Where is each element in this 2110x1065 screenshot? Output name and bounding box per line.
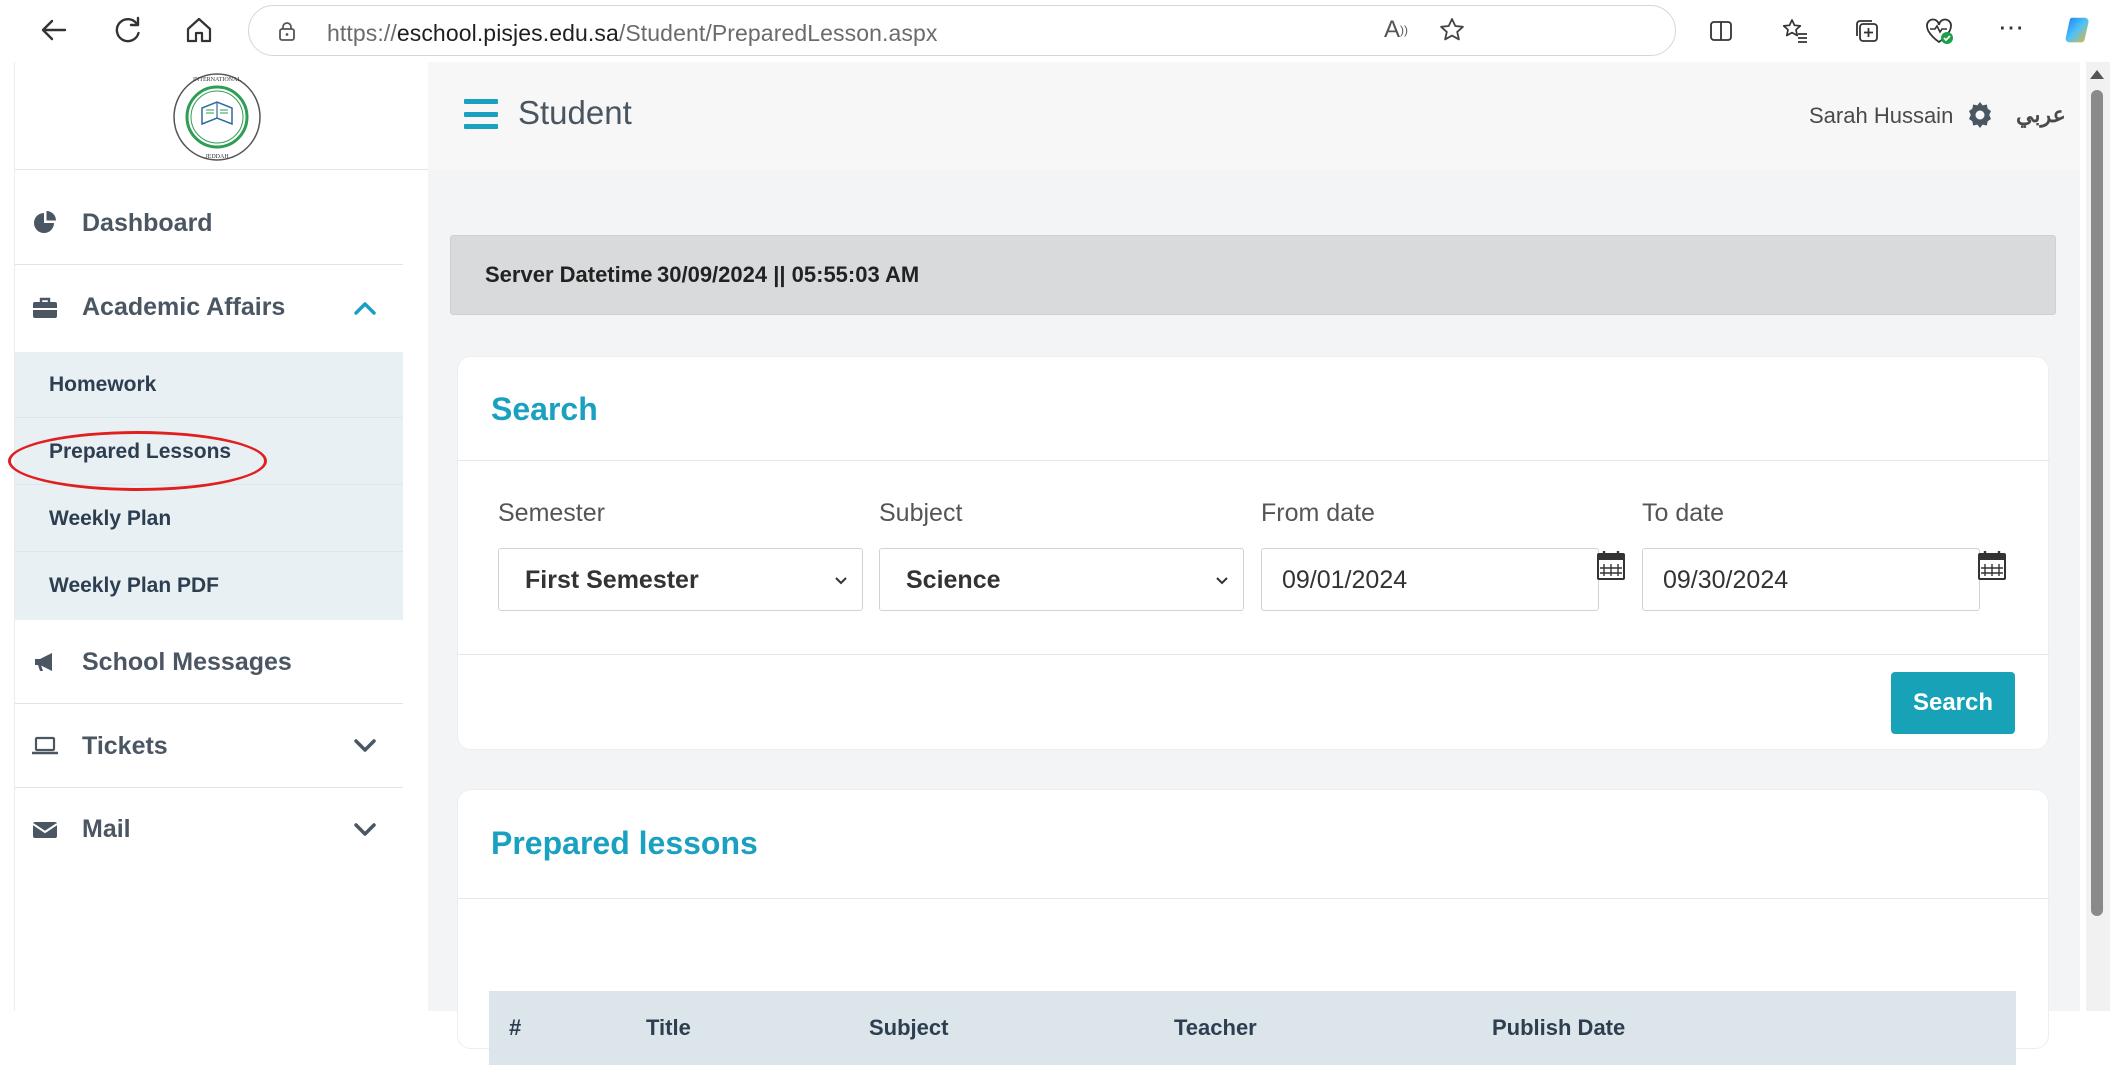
chevron-down-icon[interactable] bbox=[350, 731, 380, 761]
scrollbar-thumb[interactable] bbox=[2091, 90, 2103, 916]
table-header-row: # Title Subject Teacher Publish Date bbox=[489, 991, 2016, 1065]
column-header-teacher[interactable]: Teacher bbox=[1174, 1015, 1257, 1041]
sidebar-item-school-messages[interactable]: School Messages bbox=[15, 621, 403, 704]
highlight-annotation bbox=[8, 431, 267, 491]
semester-label: Semester bbox=[498, 499, 605, 527]
sidebar-item-label: School Messages bbox=[82, 647, 292, 676]
chevron-up-icon[interactable] bbox=[350, 293, 380, 323]
server-datetime-label: Server Datetime bbox=[485, 262, 653, 287]
chevron-down-icon bbox=[835, 577, 847, 585]
to-date-input[interactable]: 09/30/2024 bbox=[1642, 548, 1980, 611]
favorite-star-icon[interactable] bbox=[1435, 13, 1469, 47]
submenu-item-homework[interactable]: Homework bbox=[15, 352, 403, 418]
from-date-value: 09/01/2024 bbox=[1282, 566, 1408, 594]
to-date-value: 09/30/2024 bbox=[1663, 566, 1789, 594]
hamburger-menu-icon[interactable] bbox=[464, 99, 498, 129]
sidebar-item-dashboard[interactable]: Dashboard bbox=[15, 182, 403, 265]
subject-label: Subject bbox=[879, 499, 963, 527]
prepared-lessons-title: Prepared lessons bbox=[491, 825, 758, 861]
search-card-title: Search bbox=[491, 391, 598, 427]
submenu-item-weekly-plan-pdf[interactable]: Weekly Plan PDF bbox=[15, 553, 403, 619]
envelope-icon bbox=[31, 816, 59, 844]
calendar-icon[interactable] bbox=[1977, 549, 2007, 581]
sidebar-item-label: Mail bbox=[82, 815, 131, 843]
chevron-down-icon[interactable] bbox=[350, 815, 380, 845]
semester-selected-value: First Semester bbox=[525, 566, 699, 594]
column-header-title[interactable]: Title bbox=[646, 1015, 691, 1041]
svg-text:INTERNATIONAL: INTERNATIONAL bbox=[193, 77, 241, 83]
from-date-input[interactable]: 09/01/2024 bbox=[1261, 548, 1599, 611]
sidebar-item-mail[interactable]: Mail bbox=[15, 788, 403, 871]
copilot-icon[interactable] bbox=[2062, 14, 2096, 48]
back-icon[interactable] bbox=[34, 10, 74, 50]
logo-area: INTERNATIONAL JEDDAH bbox=[15, 62, 429, 170]
to-date-label: To date bbox=[1642, 499, 1725, 527]
sidebar: INTERNATIONAL JEDDAH Dashboard Academic … bbox=[14, 62, 429, 1011]
divider bbox=[458, 898, 2050, 899]
user-name[interactable]: Sarah Hussain bbox=[1809, 103, 1953, 129]
browser-toolbar: https://eschool.pisjes.edu.sa/Student/Pr… bbox=[0, 0, 2110, 62]
server-datetime-value: 30/09/2024 || 05:55:03 AM bbox=[657, 262, 920, 287]
server-datetime-bar: Server Datetime 30/09/2024 || 05:55:03 A… bbox=[450, 235, 2056, 315]
school-logo[interactable]: INTERNATIONAL JEDDAH bbox=[172, 72, 262, 162]
column-header-subject[interactable]: Subject bbox=[869, 1015, 948, 1041]
scroll-up-arrow-icon[interactable] bbox=[2090, 70, 2104, 79]
subject-select[interactable]: Science bbox=[879, 548, 1244, 611]
submenu-item-weekly-plan[interactable]: Weekly Plan bbox=[15, 486, 403, 552]
search-button[interactable]: Search bbox=[1891, 672, 2015, 734]
favorites-icon[interactable] bbox=[1778, 14, 1812, 48]
sidebar-item-label: Academic Affairs bbox=[82, 293, 286, 321]
address-bar[interactable]: https://eschool.pisjes.edu.sa/Student/Pr… bbox=[248, 5, 1676, 56]
chevron-down-icon bbox=[1216, 577, 1228, 585]
submenu-item-label: Homework bbox=[49, 372, 157, 396]
laptop-icon bbox=[31, 732, 59, 760]
column-header-number[interactable]: # bbox=[509, 1015, 521, 1041]
sidebar-item-label: Tickets bbox=[82, 731, 168, 760]
browser-essentials-icon[interactable] bbox=[1922, 14, 1956, 48]
divider bbox=[457, 654, 2049, 655]
semester-select[interactable]: First Semester bbox=[498, 548, 863, 611]
split-screen-icon[interactable] bbox=[1704, 14, 1738, 48]
home-icon[interactable] bbox=[179, 10, 219, 50]
refresh-icon[interactable] bbox=[108, 10, 148, 50]
submenu-item-label: Weekly Plan PDF bbox=[49, 574, 220, 597]
pie-chart-icon bbox=[31, 209, 59, 237]
lock-icon bbox=[279, 22, 295, 41]
column-header-publish-date[interactable]: Publish Date bbox=[1492, 1015, 1625, 1041]
page-title: Student bbox=[518, 94, 632, 131]
page-scrollbar[interactable] bbox=[2086, 62, 2110, 1011]
read-aloud-icon[interactable]: A)) bbox=[1379, 13, 1413, 47]
svg-text:JEDDAH: JEDDAH bbox=[205, 154, 229, 160]
subject-selected-value: Science bbox=[906, 566, 1001, 594]
from-date-label: From date bbox=[1261, 499, 1375, 527]
megaphone-icon bbox=[31, 648, 59, 676]
divider bbox=[458, 460, 2050, 461]
more-options-icon[interactable]: ⋯ bbox=[1994, 10, 2028, 44]
sidebar-item-tickets[interactable]: Tickets bbox=[15, 705, 403, 788]
top-header: Student Sarah Hussain عربي bbox=[428, 62, 2080, 170]
sidebar-item-label: Dashboard bbox=[82, 208, 213, 237]
url-text[interactable]: https://eschool.pisjes.edu.sa/Student/Pr… bbox=[327, 20, 937, 47]
sidebar-item-academic-affairs[interactable]: Academic Affairs bbox=[15, 266, 403, 349]
language-switch[interactable]: عربي bbox=[2016, 102, 2066, 128]
calendar-icon[interactable] bbox=[1596, 549, 1626, 581]
submenu-item-label: Weekly Plan bbox=[49, 506, 172, 530]
gear-icon[interactable] bbox=[1964, 100, 1996, 132]
main-content: Student Sarah Hussain عربي Server Dateti… bbox=[428, 62, 2080, 1065]
collections-icon[interactable] bbox=[1850, 14, 1884, 48]
briefcase-icon bbox=[31, 294, 59, 322]
